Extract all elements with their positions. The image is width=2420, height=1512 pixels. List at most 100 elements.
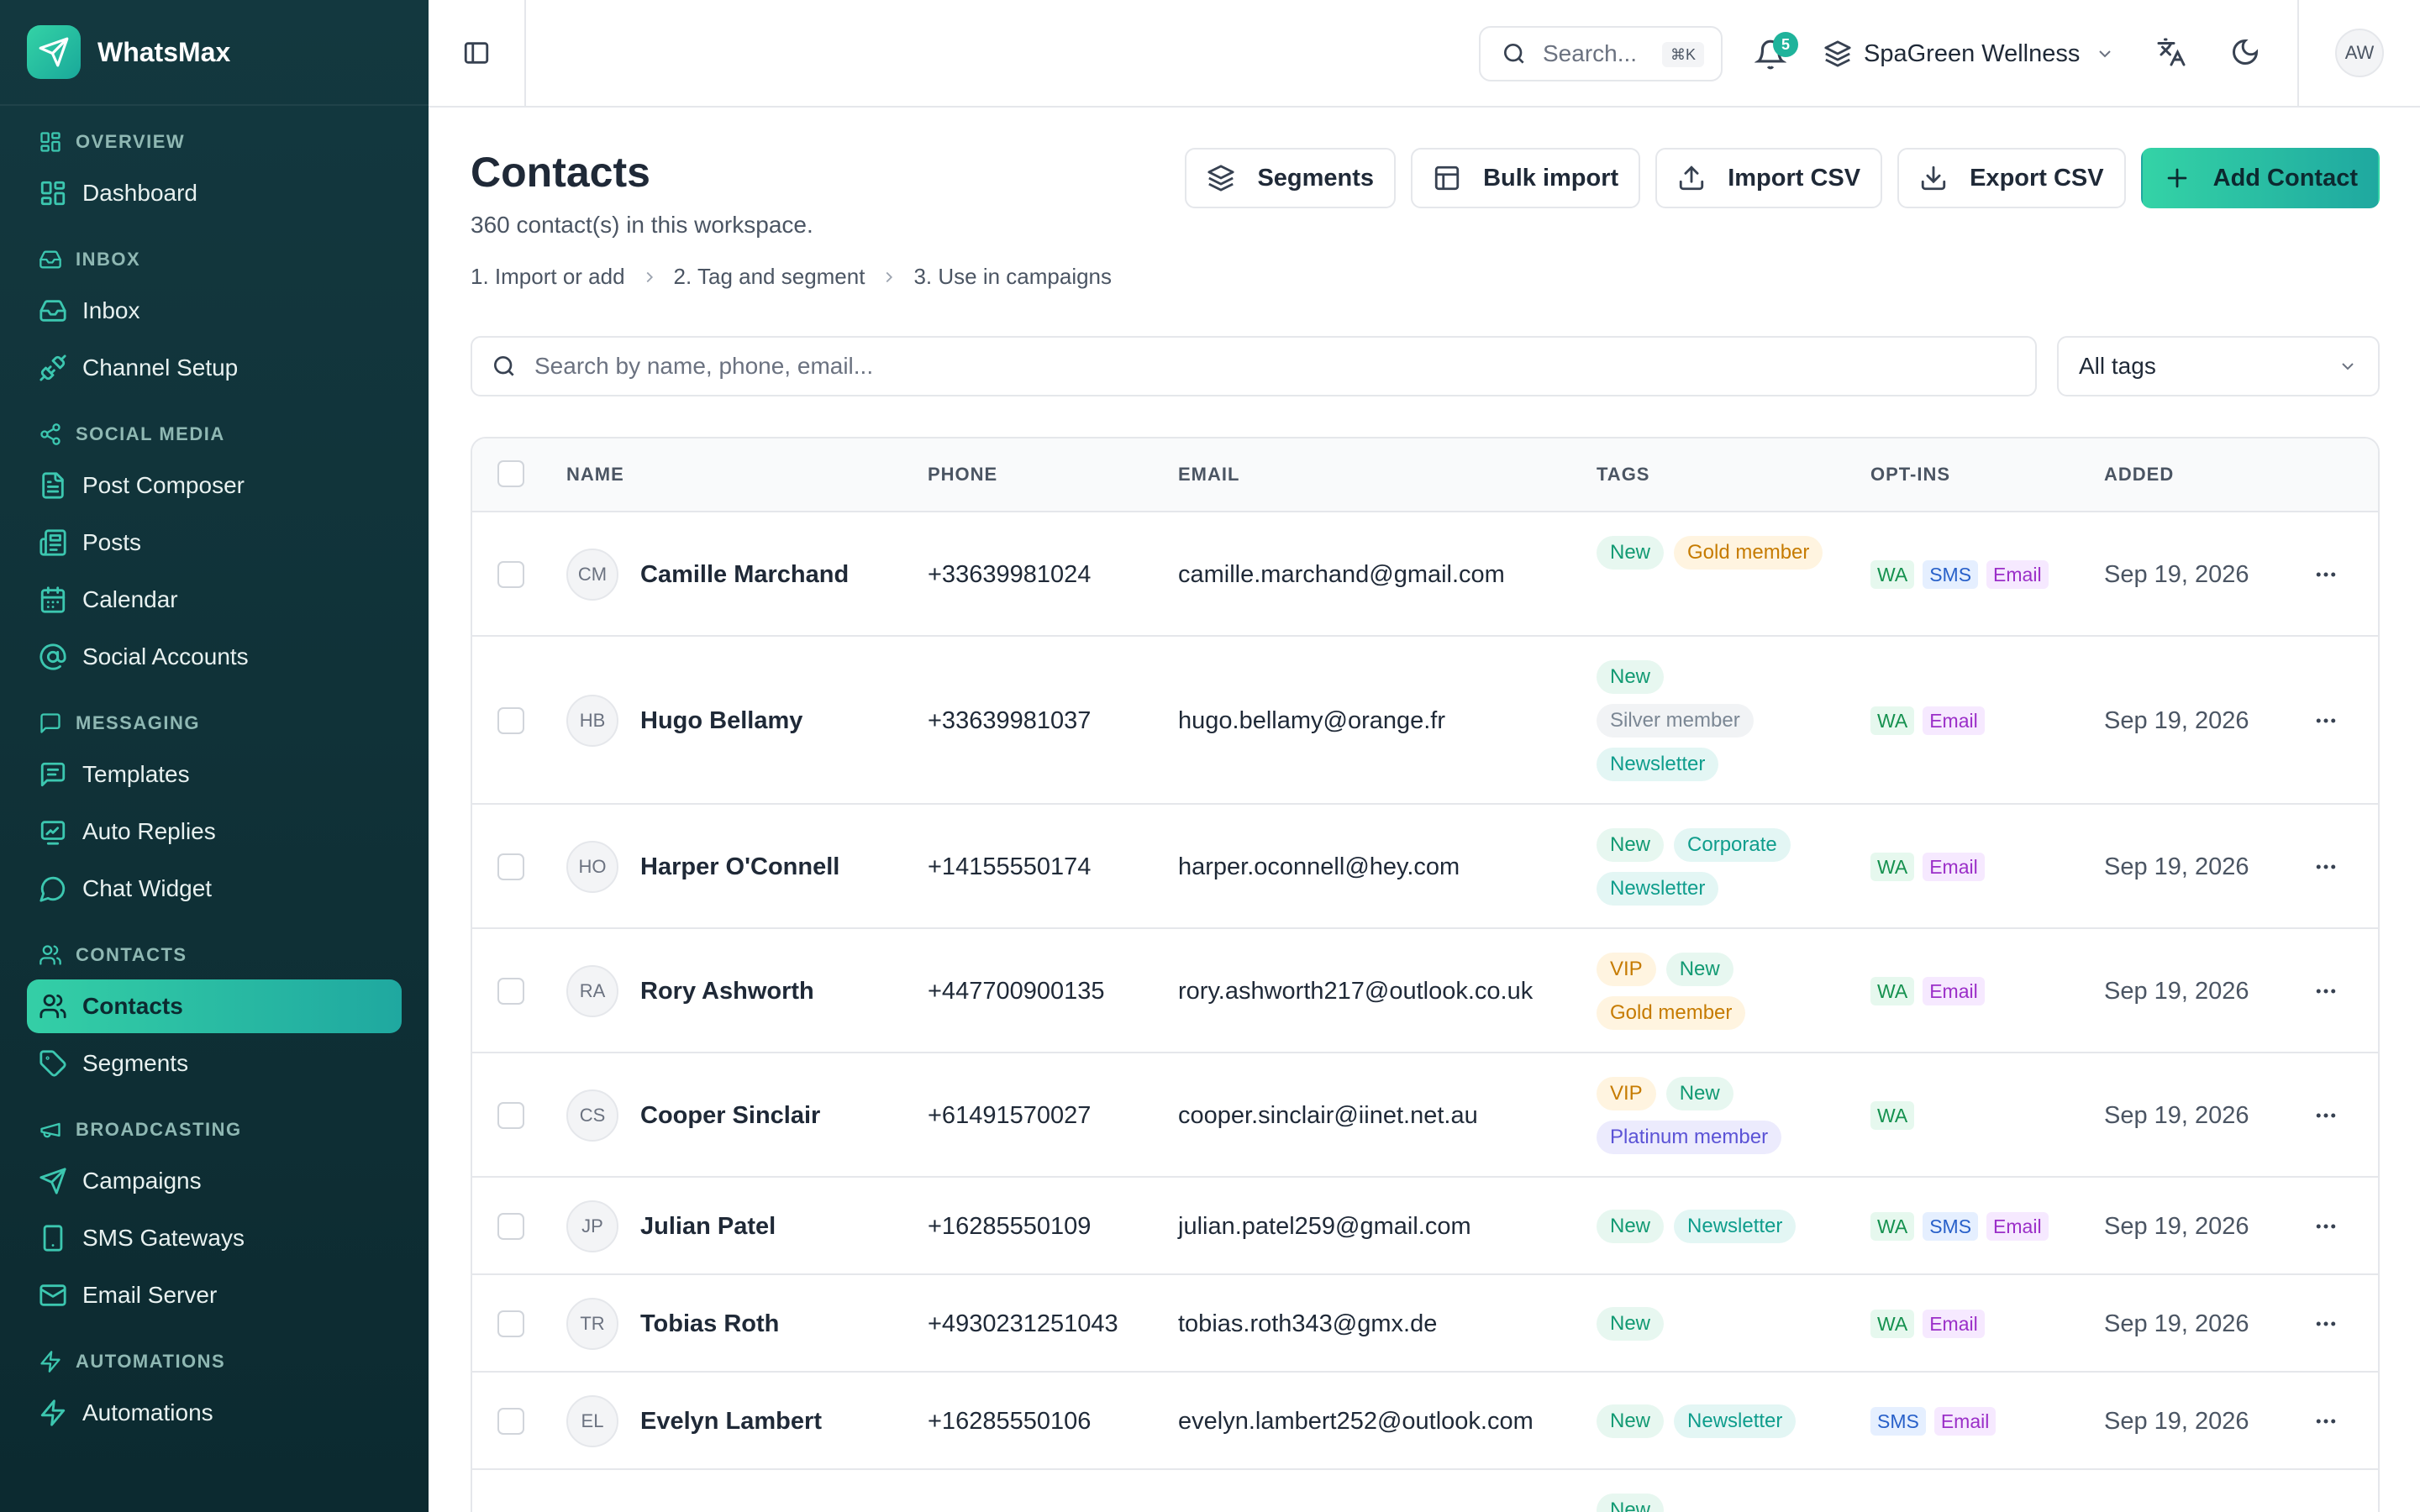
row-actions-button[interactable] (2309, 1210, 2343, 1243)
global-search-input[interactable]: Search... ⌘K (1479, 26, 1723, 81)
row-checkbox[interactable] (497, 707, 524, 734)
row-actions-button[interactable] (2309, 1404, 2343, 1438)
mail-icon (39, 1284, 66, 1306)
optin-badge-email: Email (1933, 1407, 1996, 1436)
sidebar-item-calendar[interactable]: Calendar (27, 573, 402, 627)
contact-phone: +61491570027 (928, 1102, 1092, 1129)
select-all-checkbox[interactable] (497, 460, 524, 487)
row-actions-button[interactable] (2309, 1307, 2343, 1341)
row-actions-button[interactable] (2309, 558, 2343, 591)
chevron-down-icon (2099, 50, 2112, 58)
row-checkbox[interactable] (497, 1310, 524, 1337)
contact-name[interactable]: Camille Marchand (640, 561, 849, 589)
table-row[interactable]: RA Rory Ashworth +447700900135 rory.ashwort… (472, 929, 2378, 1053)
contact-name[interactable]: Hugo Bellamy (640, 707, 802, 735)
column-added[interactable]: ADDED (2104, 464, 2174, 486)
nav-section-title: INBOX (76, 249, 141, 270)
send-logo-icon (27, 25, 81, 79)
contact-name[interactable]: Harper O'Connell (640, 853, 839, 881)
share-icon (40, 423, 60, 445)
sidebar-item-inbox[interactable]: Inbox (27, 284, 402, 338)
row-checkbox[interactable] (497, 853, 524, 880)
row-checkbox[interactable] (497, 1213, 524, 1240)
contact-avatar: RA (566, 965, 618, 1017)
table-row[interactable]: JP Julian Patel +16285550109 julian.patel25… (472, 1178, 2378, 1275)
sidebar-item-sms-gateways[interactable]: SMS Gateways (27, 1211, 402, 1265)
tag-badge: Newsletter (1674, 1210, 1797, 1243)
row-checkbox[interactable] (497, 978, 524, 1005)
tags-filter-select[interactable]: All tags (2057, 336, 2380, 396)
step-2: 2. Tag and segment (673, 264, 865, 289)
sidebar-item-segments[interactable]: Segments (27, 1037, 402, 1090)
sidebar-item-contacts[interactable]: Contacts (27, 979, 402, 1033)
table-row[interactable]: New (472, 1470, 2378, 1512)
sidebar-item-templates[interactable]: Templates (27, 748, 402, 801)
contact-name[interactable]: Julian Patel (640, 1213, 776, 1241)
user-menu-button[interactable]: AW (2297, 0, 2420, 106)
sidebar-item-email-server[interactable]: Email Server (27, 1268, 402, 1322)
row-actions-button[interactable] (2309, 1099, 2343, 1132)
table-row[interactable]: TR Tobias Roth +4930231251043 tobias.roth34… (472, 1275, 2378, 1373)
message-square-icon (40, 713, 60, 733)
contact-avatar: HO (566, 841, 618, 893)
tag-icon (39, 1050, 66, 1077)
row-checkbox[interactable] (497, 561, 524, 588)
column-email[interactable]: EMAIL (1178, 464, 1239, 486)
contact-name[interactable]: Cooper Sinclair (640, 1102, 820, 1130)
contact-optins: WA (1870, 1101, 1915, 1130)
sidebar-item-automations[interactable]: Automations (27, 1386, 402, 1440)
contact-avatar: HB (566, 695, 618, 747)
column-tags[interactable]: TAGS (1597, 464, 1649, 486)
row-actions-button[interactable] (2309, 704, 2343, 738)
sidebar-item-auto-replies[interactable]: Auto Replies (27, 805, 402, 858)
tag-badge: New (1597, 828, 1665, 862)
table-row[interactable]: CS Cooper Sinclair +61491570027 cooper.sinc… (472, 1053, 2378, 1178)
contact-tags: New Gold member (1597, 536, 1849, 570)
bulk-import-button[interactable]: Bulk import (1411, 148, 1641, 208)
contact-phone: +447700900135 (928, 978, 1105, 1005)
row-actions-button[interactable] (2309, 850, 2343, 884)
workspace-switcher[interactable]: SpaGreen Wellness (1823, 26, 2115, 81)
smartphone-icon (43, 1225, 63, 1252)
users-icon (39, 994, 66, 1019)
sidebar-item-post-composer[interactable]: Post Composer (27, 459, 402, 512)
add-contact-button[interactable]: Add Contact (2140, 148, 2380, 208)
sidebar-item-dashboard[interactable]: Dashboard (27, 166, 402, 220)
table-row[interactable]: HO Harper O'Connell +14155550174 harper.oco… (472, 805, 2378, 929)
row-actions-button[interactable] (2309, 974, 2343, 1008)
language-button[interactable] (2156, 37, 2190, 71)
sidebar-item-posts[interactable]: Posts (27, 516, 402, 570)
contact-optins: WA Email (1870, 853, 1985, 881)
table-row[interactable]: HB Hugo Bellamy +33639981037 hugo.bellamy@o… (472, 637, 2378, 805)
contact-optins: WA Email (1870, 706, 1985, 735)
table-row[interactable]: EL Evelyn Lambert +16285550106 evelyn.lambe… (472, 1373, 2378, 1470)
export-csv-button[interactable]: Export CSV (1897, 148, 2126, 208)
contact-added-date: Sep 19, 2026 (2104, 1102, 2249, 1129)
table-row[interactable]: CM Camille Marchand +33639981024 camille.ma… (472, 512, 2378, 637)
row-checkbox[interactable] (497, 1408, 524, 1435)
tag-badge: New (1665, 953, 1733, 986)
sidebar-item-label: Auto Replies (82, 818, 216, 844)
sidebar-item-chat-widget[interactable]: Chat Widget (27, 862, 402, 916)
contact-email: rory.ashworth217@outlook.co.uk (1178, 978, 1534, 1005)
contacts-search-input[interactable]: Search by name, phone, email... (471, 336, 2037, 396)
contact-name[interactable]: Tobias Roth (640, 1310, 779, 1338)
brand[interactable]: WhatsMax (0, 0, 429, 106)
column-optins[interactable]: OPT-INS (1870, 464, 1950, 486)
column-phone[interactable]: PHONE (928, 464, 997, 486)
sidebar-item-label: Social Accounts (82, 643, 249, 669)
column-name[interactable]: NAME (566, 464, 624, 486)
sidebar-item-channel-setup[interactable]: Channel Setup (27, 341, 402, 395)
row-checkbox[interactable] (497, 1102, 524, 1129)
sidebar-toggle-button[interactable] (429, 0, 526, 106)
contact-optins: WA Email (1870, 977, 1985, 1005)
contact-name[interactable]: Evelyn Lambert (640, 1408, 822, 1436)
segments-button[interactable]: Segments (1185, 148, 1397, 208)
table-header: NAME PHONE EMAIL TAGS OPT-INS ADDED (472, 438, 2378, 512)
notifications-button[interactable]: 5 (1748, 32, 1798, 82)
import-csv-button[interactable]: Import CSV (1655, 148, 1883, 208)
theme-toggle-button[interactable] (2230, 37, 2264, 71)
contact-name[interactable]: Rory Ashworth (640, 978, 814, 1005)
sidebar-item-social-accounts[interactable]: Social Accounts (27, 630, 402, 684)
sidebar-item-campaigns[interactable]: Campaigns (27, 1154, 402, 1208)
